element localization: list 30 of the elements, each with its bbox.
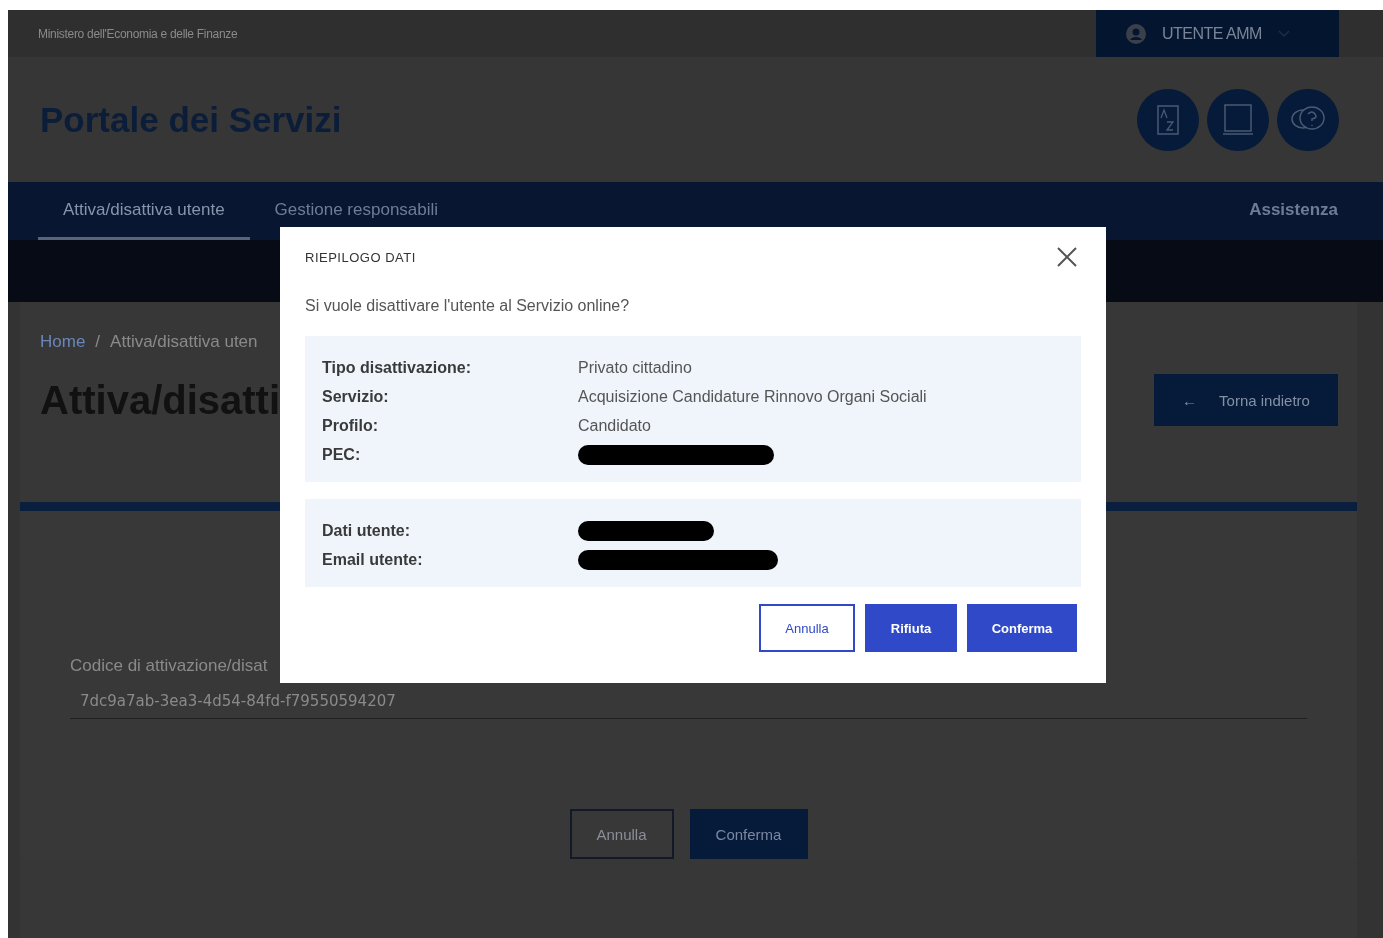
user-icon (1126, 23, 1146, 44)
back-button[interactable]: ← Torna indietro (1154, 374, 1338, 426)
summary-value: Acquisizione Candidature Rinnovo Organi Sociali (578, 387, 927, 406)
speech-bubbles-icon[interactable] (1277, 88, 1339, 151)
breadcrumb-link[interactable]: Attiva/disattiva uten (110, 332, 258, 352)
dialog-title: RIEPILOGO DATI (305, 249, 416, 265)
summary-label: Dati utente: (322, 521, 411, 540)
cancel-button[interactable]: Annulla (569, 809, 674, 859)
book-icon[interactable] (1207, 88, 1269, 151)
breadcrumb-separator: / (95, 332, 101, 352)
summary-value: Privato cittadino (578, 358, 692, 377)
user-menu-button[interactable]: UTENTE AMM (1096, 10, 1339, 57)
assistance-link[interactable]: Assistenza (1224, 182, 1353, 240)
summary-label: PEC: (322, 445, 362, 464)
summary-label: Servizio: (322, 387, 390, 406)
ministry-name: Ministero dell'Economia e delle Finanze (38, 26, 238, 41)
summary-label: Tipo disattivazione: (322, 358, 473, 377)
close-icon[interactable] (1057, 247, 1077, 267)
summary-label: Email utente: (322, 550, 424, 569)
summary-value: Candidato (578, 416, 651, 435)
reject-button[interactable]: Rifiuta (865, 604, 957, 652)
field-label: Codice di attivazione/disat (70, 656, 269, 676)
dialog-question: Si vuole disattivare l'utente al Servizio online? (305, 297, 631, 315)
confirm-button[interactable]: Conferma (689, 809, 808, 859)
confirm-button[interactable]: Conferma (967, 604, 1077, 652)
breadcrumb-link[interactable]: Home (40, 332, 86, 352)
summary-label: Profilo: (322, 416, 379, 435)
a-z-glossary-icon[interactable] (1137, 88, 1199, 151)
cancel-button[interactable]: Annulla (759, 604, 855, 652)
chevron-down-icon (1277, 29, 1290, 38)
